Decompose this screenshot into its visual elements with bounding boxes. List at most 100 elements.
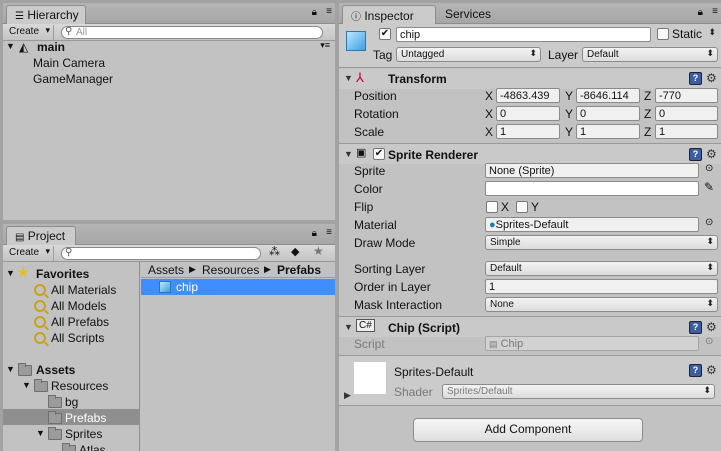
folder-tab-icon: ▤ (15, 232, 25, 243)
static-checkbox[interactable] (657, 28, 669, 40)
help-icon[interactable]: ? (689, 72, 702, 85)
folder-icon (34, 379, 48, 392)
tree-item-bg[interactable]: bg (65, 395, 78, 409)
shader-dropdown[interactable]: Sprites/Default (442, 384, 715, 399)
rotation-x-field[interactable]: 0 (496, 106, 560, 121)
position-y-field[interactable]: -8646.114 (576, 88, 640, 103)
filter-type-icon[interactable]: ⁂ (269, 245, 280, 258)
scale-z-field[interactable]: 1 (655, 124, 718, 139)
file-name[interactable]: chip (176, 280, 198, 294)
favorite-item[interactable]: All Models (51, 299, 106, 313)
prefab-large-icon (346, 31, 366, 51)
help-icon[interactable]: ? (689, 364, 702, 377)
lock-icon[interactable]: 🔒︎ (312, 7, 317, 18)
expand-triangle-icon[interactable]: ▼ (6, 268, 15, 278)
gear-icon[interactable]: ⚙ (706, 72, 717, 84)
hierarchy-search-input[interactable]: ⚲ All (61, 26, 323, 39)
eyedropper-icon[interactable]: ✎ (704, 180, 714, 194)
panel-menu-icon[interactable]: ≡ (712, 6, 718, 17)
gear-icon[interactable]: ⚙ (706, 148, 717, 160)
expand-triangle-icon[interactable]: ▼ (6, 41, 15, 51)
script-header[interactable]: ▼ C# Chip (Script) ? ⚙ (339, 317, 721, 337)
object-picker-icon[interactable]: ⊙ (705, 163, 713, 174)
color-field[interactable] (485, 181, 699, 196)
hierarchy-create-button[interactable]: Create (3, 25, 55, 40)
flip-y-checkbox[interactable] (516, 201, 528, 213)
script-field: ▤ Chip (485, 336, 699, 351)
add-component-button[interactable]: Add Component (413, 418, 643, 442)
scale-y-field[interactable]: 1 (576, 124, 640, 139)
scene-row[interactable]: ▼ ◭ main ▾≡ (3, 40, 335, 56)
foldout-triangle-icon[interactable]: ▼ (344, 73, 353, 83)
position-x-field[interactable]: -4863.439 (496, 88, 560, 103)
flip-x-label: X (501, 200, 510, 214)
tree-item-resources[interactable]: Resources (51, 379, 108, 393)
tree-item-sprites[interactable]: Sprites (65, 427, 102, 441)
scene-menu-icon[interactable]: ▾≡ (320, 40, 330, 51)
script-enabled-checkbox[interactable] (373, 321, 385, 333)
search-folder-icon (34, 284, 46, 296)
unity-scene-icon: ◭ (19, 40, 29, 54)
hierarchy-item[interactable]: GameManager (33, 72, 113, 86)
project-tabbar: ▤ Project 🔒︎ ≡ (3, 224, 335, 245)
draw-mode-dropdown[interactable]: Simple (485, 235, 718, 250)
layer-dropdown[interactable]: Default (582, 47, 718, 62)
favorite-item[interactable]: All Prefabs (51, 315, 109, 329)
panel-menu-icon[interactable]: ≡ (326, 227, 332, 238)
sprite-renderer-header[interactable]: ▼ ▣ ✔ Sprite Renderer ? ⚙ (339, 144, 721, 164)
help-icon[interactable]: ? (689, 321, 702, 334)
assets-label[interactable]: Assets (36, 363, 75, 377)
transform-header[interactable]: ▼ ⅄ Transform ? ⚙ (339, 69, 721, 89)
gear-icon[interactable]: ⚙ (706, 321, 717, 333)
help-icon[interactable]: ? (689, 148, 702, 161)
active-checkbox[interactable]: ✔ (379, 28, 391, 40)
static-dropdown[interactable] (708, 27, 719, 42)
favorite-star-icon[interactable]: ★ (313, 244, 324, 258)
tree-item-atlas[interactable]: Atlas (79, 443, 106, 451)
lock-icon[interactable]: 🔒︎ (698, 7, 703, 18)
search-folder-icon (34, 332, 46, 344)
rotation-y-field[interactable]: 0 (576, 106, 640, 121)
filter-label-icon[interactable]: ◆ (291, 245, 299, 258)
material-field[interactable]: ●Sprites-Default (485, 217, 699, 232)
scale-x-field[interactable]: 1 (496, 124, 560, 139)
favorite-item[interactable]: All Materials (51, 283, 116, 297)
folder-icon (48, 411, 62, 424)
favorite-item[interactable]: All Scripts (51, 331, 104, 345)
panel-menu-icon[interactable]: ≡ (326, 6, 332, 17)
tab-services[interactable]: Services (437, 5, 499, 24)
expand-triangle-icon[interactable]: ▼ (36, 428, 45, 438)
tab-hierarchy[interactable]: ☰ Hierarchy (6, 5, 86, 24)
order-in-layer-field[interactable]: 1 (485, 279, 718, 294)
tab-project[interactable]: ▤ Project (6, 226, 76, 245)
project-search-input[interactable]: ⚲ (61, 247, 261, 260)
breadcrumb-item[interactable]: Assets (148, 263, 184, 277)
hierarchy-item[interactable]: Main Camera (33, 56, 105, 70)
breadcrumb-item[interactable]: Prefabs (277, 263, 321, 277)
project-create-button[interactable]: Create (3, 246, 55, 261)
folder-icon (18, 363, 32, 376)
foldout-triangle-icon[interactable]: ▼ (344, 322, 353, 332)
material-sphere-icon: ● (489, 219, 496, 231)
flip-x-checkbox[interactable] (486, 201, 498, 213)
foldout-triangle-icon[interactable]: ▶ (344, 390, 351, 401)
sorting-layer-dropdown[interactable]: Default (485, 261, 718, 276)
favorites-label[interactable]: Favorites (36, 267, 89, 281)
object-name-field[interactable]: chip (396, 27, 651, 42)
sprite-renderer-enabled-checkbox[interactable]: ✔ (373, 148, 385, 160)
mask-interaction-dropdown[interactable]: None (485, 297, 718, 312)
sprite-field[interactable]: None (Sprite) (485, 163, 699, 178)
lock-icon[interactable]: 🔒︎ (312, 228, 317, 239)
tab-inspector[interactable]: ⓘ Inspector (342, 5, 436, 24)
object-picker-icon[interactable]: ⊙ (705, 217, 713, 228)
gear-icon[interactable]: ⚙ (706, 364, 717, 376)
expand-triangle-icon[interactable]: ▼ (22, 380, 31, 390)
foldout-triangle-icon[interactable]: ▼ (344, 149, 353, 159)
expand-triangle-icon[interactable]: ▼ (6, 364, 15, 374)
tree-item-prefabs[interactable]: Prefabs (65, 411, 106, 425)
breadcrumb-item[interactable]: Resources (202, 263, 259, 277)
tag-dropdown[interactable]: Untagged (396, 47, 541, 62)
rotation-z-field[interactable]: 0 (655, 106, 718, 121)
axis-label: Y (565, 125, 574, 139)
position-z-field[interactable]: -770 (655, 88, 718, 103)
